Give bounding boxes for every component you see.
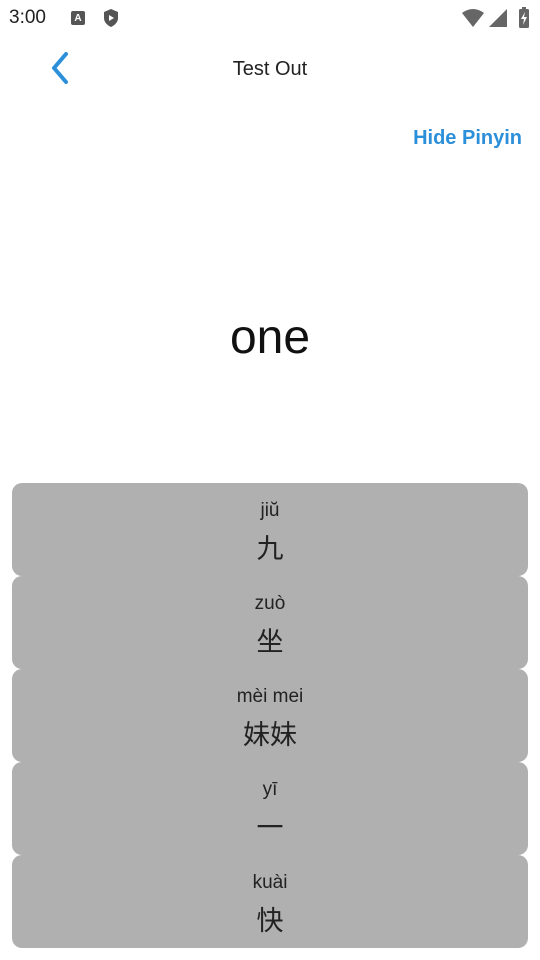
option-pinyin: mèi mei [236, 686, 304, 707]
hide-pinyin-button[interactable]: Hide Pinyin [413, 127, 522, 150]
option-pinyin: kuài [252, 872, 288, 893]
option-pinyin: jiŭ [260, 500, 280, 521]
option-pinyin: yī [262, 779, 278, 800]
shield-play-icon [102, 8, 120, 33]
prompt-word: one [229, 311, 311, 364]
option-hanzi: 一 [256, 813, 284, 844]
page-title: Test Out [232, 58, 308, 80]
option-hanzi: 妹妹 [243, 720, 297, 751]
status-time: 3:00 [9, 7, 46, 28]
battery-icon [518, 7, 530, 34]
keyboard-notification-icon: A [71, 11, 85, 25]
app-bar: Test Out [0, 36, 540, 104]
wifi-icon [461, 8, 485, 33]
answer-option[interactable]: kuài 快 [12, 855, 528, 948]
status-bar: 3:00 A [0, 0, 540, 36]
answer-option[interactable]: yī 一 [12, 762, 528, 855]
cell-signal-icon [488, 8, 508, 33]
option-hanzi: 快 [256, 906, 284, 937]
option-hanzi: 九 [256, 534, 284, 565]
option-pinyin: zuò [254, 593, 286, 614]
option-hanzi: 坐 [256, 627, 284, 658]
answer-option[interactable]: jiŭ 九 [12, 483, 528, 576]
answer-option[interactable]: zuò 坐 [12, 576, 528, 669]
answer-option[interactable]: mèi mei 妹妹 [12, 669, 528, 762]
